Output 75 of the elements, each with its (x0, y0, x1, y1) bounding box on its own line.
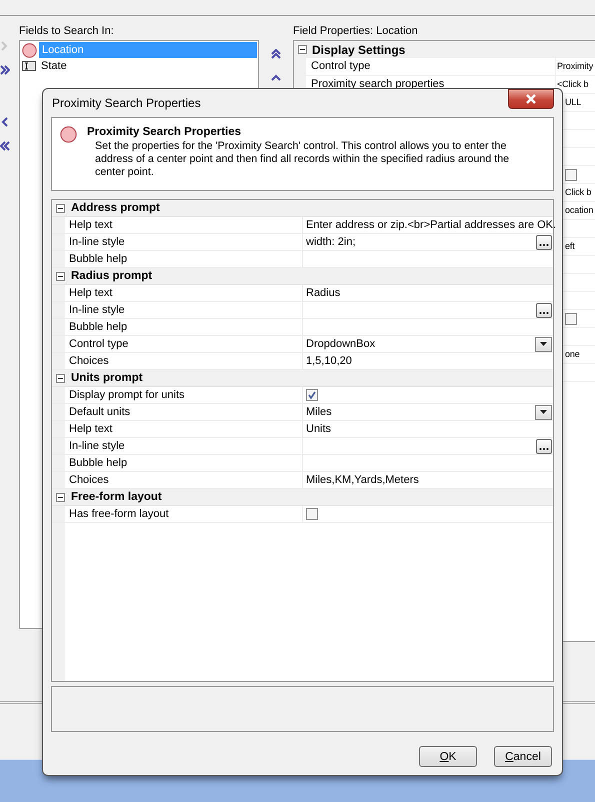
property-value: Enter address or zip.<br>Partial addresses are OK. (306, 219, 556, 231)
property-value: eft (565, 240, 575, 253)
property-value: 1,5,10,20 (306, 355, 352, 367)
property-value: Radius (306, 287, 340, 299)
checkbox[interactable] (306, 389, 318, 401)
checkbox[interactable] (565, 312, 577, 324)
double-chevron-right-icon[interactable] (0, 65, 10, 75)
property-label: Bubble help (69, 321, 128, 333)
section-title: Address prompt (71, 202, 160, 214)
ellipsis-icon (539, 310, 549, 314)
caret-icon (540, 342, 547, 346)
property-value: Click b (565, 186, 592, 199)
property-label: Default units (69, 406, 130, 418)
property-value: Miles (306, 406, 332, 418)
close-icon (525, 94, 537, 104)
property-value: Units (306, 423, 332, 435)
property-label: Bubble help (69, 253, 128, 265)
property-value: ocation (565, 204, 594, 217)
ellipsis-button[interactable] (536, 438, 552, 454)
window-title: Proximity Search Properties (51, 96, 201, 110)
section-title: Radius prompt (71, 270, 152, 282)
close-button[interactable] (508, 89, 554, 109)
list-item[interactable]: State (38, 58, 257, 74)
chevron-left-icon[interactable] (0, 117, 10, 127)
property-label: In-line style (69, 236, 125, 248)
text-field-icon (22, 61, 36, 71)
circle-icon (22, 42, 37, 58)
properties-label: Field Properties: (293, 25, 374, 37)
property-value: <Click b (557, 78, 588, 91)
collapse-icon[interactable] (56, 272, 65, 280)
property-label: Help text (69, 219, 112, 231)
property-label: Has free-form layout (69, 508, 169, 520)
chevron-up-icon[interactable] (271, 73, 281, 83)
dialog-description: Set the properties for the 'Proximity Search' control. This control allows you to enter the address of a center point and then find all records within the specified radius around the center point. (94, 140, 510, 179)
dialog-heading: Proximity Search Properties (87, 126, 242, 138)
ellipsis-button[interactable] (536, 302, 552, 318)
property-label: In-line style (69, 304, 125, 316)
property-label: Proximity search properties (311, 78, 444, 90)
dialog-button[interactable]: Cancel (494, 746, 552, 767)
collapse-icon[interactable] (56, 204, 65, 212)
property-label: Choices (69, 355, 109, 367)
list-label: Fields to Search In: (19, 25, 115, 39)
property-label: Display prompt for units (69, 389, 185, 401)
checkbox[interactable] (306, 508, 318, 520)
property-label: Control type (311, 60, 370, 72)
collapse-icon[interactable] (56, 374, 65, 382)
dropdown-button[interactable] (535, 336, 552, 352)
double-chevron-left-icon[interactable] (0, 141, 10, 151)
property-value: ULL (565, 96, 582, 109)
dialog-button[interactable]: OK (419, 746, 477, 767)
dropdown-button[interactable] (535, 404, 552, 420)
property-label: Help text (69, 287, 112, 299)
ellipsis-icon (539, 242, 549, 246)
property-label: In-line style (69, 440, 125, 452)
section-title: Units prompt (71, 372, 143, 384)
property-value: Miles,KM,Yards,Meters (306, 474, 419, 486)
property-label: Control type (69, 338, 128, 350)
section-title: Display Settings (312, 42, 406, 56)
ellipsis-button[interactable] (536, 234, 552, 250)
double-chevron-up-icon[interactable] (271, 49, 281, 59)
caret-icon (540, 410, 547, 414)
checkbox[interactable] (565, 168, 577, 180)
section-title: Free-form layout (71, 491, 162, 503)
property-value: DropdownBox (306, 338, 376, 350)
collapse-icon[interactable] (56, 492, 65, 502)
property-label: Help text (69, 423, 112, 435)
property-label: Choices (69, 474, 109, 486)
property-value: Proximity (557, 60, 594, 73)
collapse-icon[interactable] (298, 45, 307, 54)
properties-field: Location (376, 25, 418, 37)
circle-icon (60, 126, 77, 143)
property-value: width: 2in; (306, 236, 356, 248)
property-value: one (565, 348, 580, 361)
ellipsis-icon (539, 446, 549, 450)
property-label: Bubble help (69, 457, 128, 469)
